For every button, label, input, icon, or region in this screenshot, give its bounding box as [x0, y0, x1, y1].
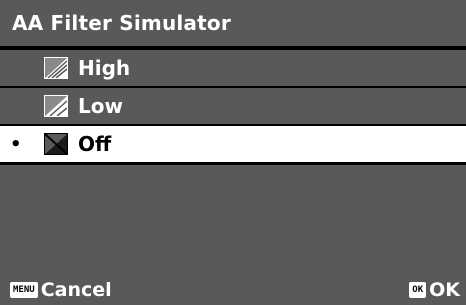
- option-label: Off: [78, 132, 112, 156]
- menu-key-badge: MENU: [10, 282, 38, 298]
- option-high[interactable]: High: [0, 50, 466, 86]
- cancel-action[interactable]: MENU Cancel: [10, 279, 112, 301]
- option-label: Low: [78, 94, 123, 118]
- aa-filter-high-icon: [44, 57, 68, 79]
- ok-action[interactable]: OK OK: [409, 279, 460, 301]
- cancel-label: Cancel: [40, 279, 112, 301]
- ok-key-badge: OK: [409, 282, 427, 298]
- selected-bullet: •: [10, 133, 22, 155]
- aa-filter-option-list: High Low • Off: [0, 50, 466, 164]
- screen-title: AA Filter Simulator: [0, 0, 466, 48]
- ok-label: OK: [429, 279, 460, 301]
- footer-bar: MENU Cancel OK OK: [0, 275, 466, 305]
- option-label: High: [78, 56, 131, 80]
- menu-empty-area: [0, 165, 466, 275]
- camera-menu-screen: AA Filter Simulator High Low • Off MENU …: [0, 0, 466, 305]
- aa-filter-off-icon: [44, 133, 68, 155]
- option-off[interactable]: • Off: [0, 126, 466, 162]
- aa-filter-low-icon: [44, 95, 68, 117]
- option-low[interactable]: Low: [0, 88, 466, 124]
